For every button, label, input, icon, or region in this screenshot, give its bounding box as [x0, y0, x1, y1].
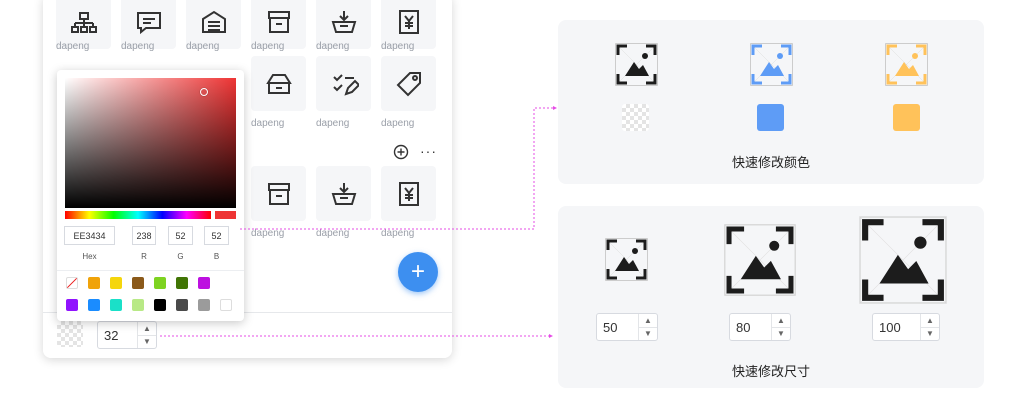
size-80-stepper[interactable]: 80 ▲ ▼ [729, 313, 791, 341]
chevron-up-icon[interactable]: ▲ [921, 314, 939, 328]
image-icon-blue[interactable] [750, 43, 793, 86]
connector-to-color-card [240, 107, 553, 230]
quick-color-card: 快速修改颜色 [558, 20, 984, 184]
size-stepper-value: 80 [736, 320, 751, 335]
image-icon-small[interactable] [605, 238, 648, 281]
image-icon-orange[interactable] [885, 43, 928, 86]
chevron-up-icon[interactable]: ▲ [639, 314, 657, 328]
transparent-color-swatch[interactable] [622, 104, 649, 131]
size-stepper-value: 50 [603, 320, 618, 335]
connector-arrowhead [553, 106, 557, 110]
blue-color-swatch[interactable] [757, 104, 784, 131]
color-card-title: 快速修改颜色 [731, 155, 810, 170]
chevron-up-icon[interactable]: ▲ [772, 314, 790, 328]
image-icon-medium[interactable] [724, 224, 796, 296]
size-stepper-value: 100 [879, 320, 901, 335]
image-icon-large[interactable] [859, 216, 947, 304]
size-card-title: 快速修改尺寸 [731, 364, 810, 379]
connector-arrowhead [549, 334, 553, 338]
chevron-down-icon[interactable]: ▼ [921, 327, 939, 340]
chevron-down-icon[interactable]: ▼ [772, 327, 790, 340]
quick-size-card: 50 ▲ ▼ 80 ▲ ▼ 100 ▲ ▼ 快速修改尺寸 [558, 206, 984, 388]
image-icon-dark[interactable] [615, 43, 658, 86]
size-50-stepper[interactable]: 50 ▲ ▼ [596, 313, 658, 341]
orange-color-swatch[interactable] [893, 104, 920, 131]
size-100-stepper[interactable]: 100 ▲ ▼ [872, 313, 940, 341]
chevron-down-icon[interactable]: ▼ [639, 327, 657, 340]
